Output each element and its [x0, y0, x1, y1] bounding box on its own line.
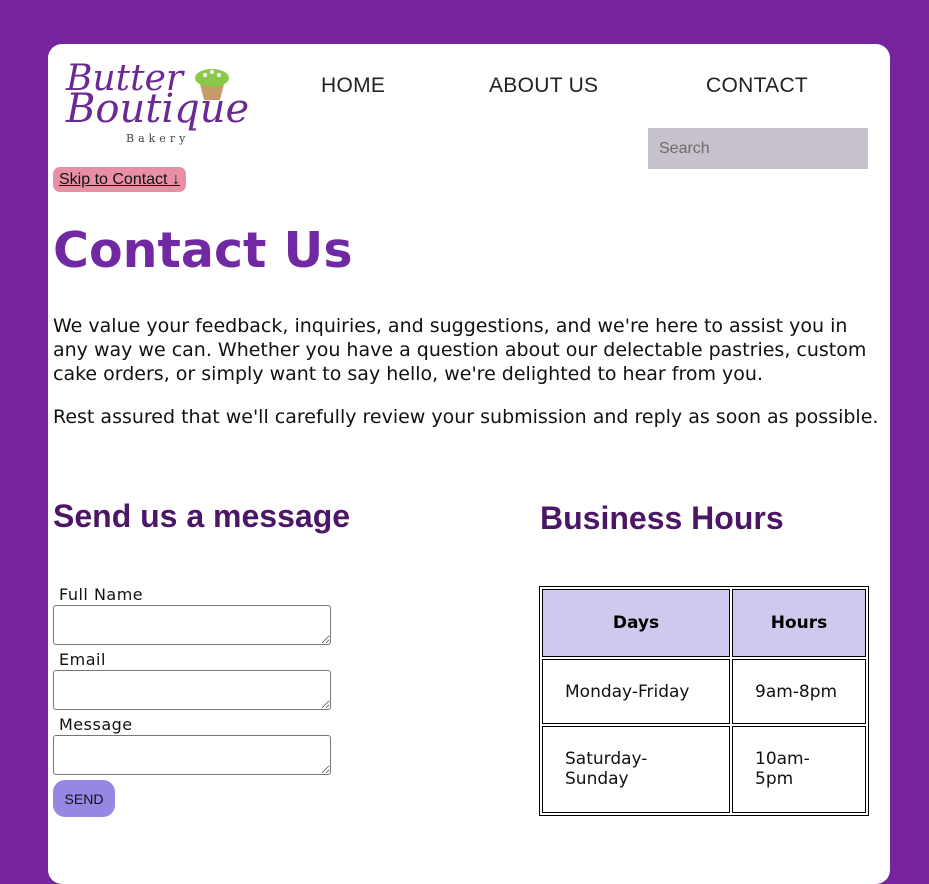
- logo-text-bakery: Bakery: [126, 132, 190, 145]
- skip-to-contact-link[interactable]: Skip to Contact ↓: [53, 167, 186, 192]
- send-button[interactable]: SEND: [53, 780, 115, 817]
- table-header-hours: Hours: [732, 589, 866, 658]
- table-header-days: Days: [542, 589, 730, 658]
- nav-about-us[interactable]: ABOUT US: [489, 74, 598, 98]
- table-cell-days: Saturday-Sunday: [542, 725, 730, 813]
- page-title: Contact Us: [53, 222, 353, 279]
- table-cell-hours: 9am-8pm: [732, 659, 866, 724]
- intro-paragraph-1: We value your feedback, inquiries, and s…: [53, 315, 867, 385]
- table-cell-days-text: Saturday-Sunday: [565, 749, 648, 790]
- email-field[interactable]: [53, 670, 331, 710]
- send-message-heading: Send us a message: [53, 498, 351, 534]
- nav-contact[interactable]: CONTACT: [706, 74, 808, 98]
- table-cell-hours-text: 10am-5pm: [755, 749, 810, 790]
- table-cell-hours: 10am-5pm: [732, 725, 866, 813]
- business-hours-table: Days Hours Monday-Friday 9am-8pm Saturda…: [539, 586, 869, 816]
- intro-text: We value your feedback, inquiries, and s…: [53, 314, 883, 448]
- table-cell-days: Monday-Friday: [542, 659, 730, 724]
- full-name-label: Full Name: [59, 585, 144, 604]
- message-label: Message: [59, 715, 133, 734]
- business-hours-heading: Business Hours: [540, 500, 784, 536]
- content-card: Butter Boutique Bakery HOME ABOUT US CON…: [48, 44, 890, 884]
- search-input[interactable]: [648, 128, 868, 169]
- cupcake-icon: [195, 69, 229, 100]
- butter-boutique-logo[interactable]: Butter Boutique Bakery: [62, 58, 249, 145]
- table-header-row: Days Hours: [542, 589, 866, 658]
- message-field[interactable]: [53, 735, 331, 775]
- nav-home[interactable]: HOME: [321, 74, 385, 98]
- table-row: Saturday-Sunday 10am-5pm: [542, 725, 866, 813]
- table-row: Monday-Friday 9am-8pm: [542, 659, 866, 724]
- full-name-field[interactable]: [53, 605, 331, 645]
- intro-paragraph-2: Rest assured that we'll carefully review…: [53, 406, 879, 428]
- email-label: Email: [59, 650, 106, 669]
